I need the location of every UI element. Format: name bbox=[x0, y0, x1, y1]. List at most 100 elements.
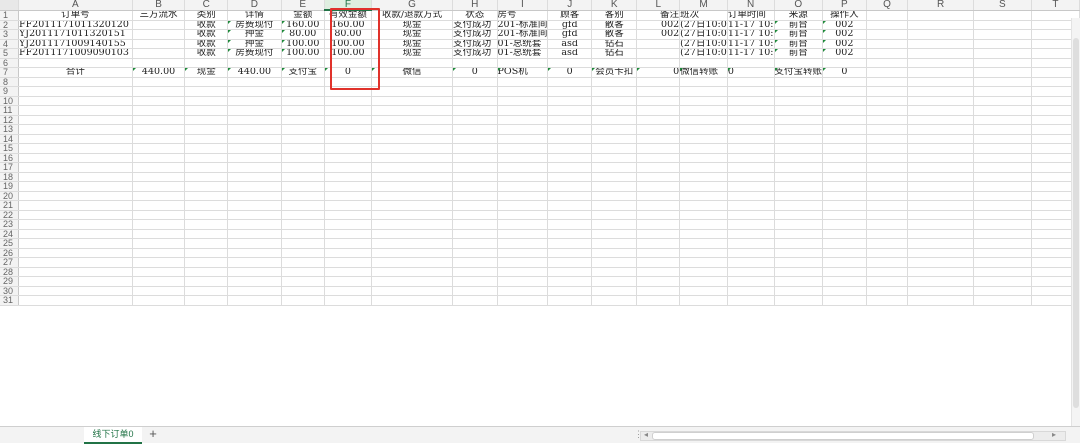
cell[interactable] bbox=[371, 210, 454, 220]
cell[interactable] bbox=[636, 172, 681, 182]
cell[interactable] bbox=[132, 276, 186, 287]
row-header[interactable]: 10 bbox=[0, 96, 19, 106]
cell[interactable] bbox=[497, 96, 549, 106]
cell[interactable]: gfd bbox=[547, 29, 593, 40]
cell[interactable] bbox=[227, 210, 282, 220]
column-header-t[interactable]: T bbox=[1031, 0, 1080, 11]
cell[interactable] bbox=[227, 153, 282, 163]
cell[interactable] bbox=[774, 153, 824, 163]
cell[interactable] bbox=[547, 96, 593, 106]
cell[interactable] bbox=[547, 229, 593, 239]
cell[interactable] bbox=[774, 238, 824, 249]
cell[interactable] bbox=[636, 143, 681, 154]
cell[interactable] bbox=[184, 58, 229, 68]
cell[interactable] bbox=[184, 200, 229, 211]
cell[interactable]: 收款 bbox=[184, 48, 229, 59]
cell[interactable] bbox=[822, 86, 867, 97]
cell[interactable] bbox=[371, 86, 454, 97]
cell[interactable] bbox=[907, 181, 974, 192]
cell[interactable] bbox=[132, 286, 186, 296]
cell[interactable] bbox=[727, 229, 775, 239]
cell[interactable] bbox=[822, 105, 867, 116]
cell[interactable]: FF2011171009090103 bbox=[18, 48, 133, 59]
cell[interactable] bbox=[973, 276, 1032, 287]
cell[interactable] bbox=[497, 77, 549, 87]
cell[interactable] bbox=[727, 267, 775, 277]
cell[interactable]: 三方流水 bbox=[132, 10, 186, 21]
row-header[interactable]: 25 bbox=[0, 238, 19, 249]
cell[interactable] bbox=[866, 48, 909, 59]
cell[interactable] bbox=[727, 105, 775, 116]
cell[interactable] bbox=[18, 115, 133, 125]
cell[interactable]: 收款 bbox=[184, 20, 229, 30]
cell[interactable] bbox=[184, 191, 229, 201]
cell[interactable] bbox=[636, 191, 681, 201]
cell[interactable]: 散客 bbox=[591, 20, 638, 30]
cell[interactable] bbox=[324, 257, 373, 268]
cell[interactable] bbox=[636, 48, 681, 59]
cell[interactable] bbox=[973, 20, 1032, 30]
cell[interactable] bbox=[679, 96, 728, 106]
cell[interactable] bbox=[591, 286, 638, 296]
cell[interactable]: 201-标准间 bbox=[497, 29, 549, 40]
cell[interactable] bbox=[907, 134, 974, 144]
cell[interactable] bbox=[774, 105, 824, 116]
cell[interactable] bbox=[452, 210, 498, 220]
cell[interactable] bbox=[324, 286, 373, 296]
cell[interactable]: (27日10:0 bbox=[679, 39, 728, 49]
cell[interactable]: 0 bbox=[324, 67, 373, 78]
cell[interactable]: 房费现付 bbox=[227, 48, 282, 59]
cell[interactable] bbox=[774, 219, 824, 230]
cell[interactable]: 散客 bbox=[591, 29, 638, 40]
cell[interactable] bbox=[371, 77, 454, 87]
cell[interactable] bbox=[866, 105, 909, 116]
cell[interactable] bbox=[973, 77, 1032, 87]
cell[interactable] bbox=[679, 115, 728, 125]
cell[interactable] bbox=[973, 124, 1032, 135]
row-header[interactable]: 22 bbox=[0, 210, 19, 220]
cell[interactable] bbox=[371, 172, 454, 182]
cell[interactable] bbox=[973, 105, 1032, 116]
row-header[interactable]: 15 bbox=[0, 143, 19, 154]
cell[interactable] bbox=[679, 134, 728, 144]
cell[interactable] bbox=[727, 286, 775, 296]
cell[interactable] bbox=[324, 86, 373, 97]
cell[interactable] bbox=[866, 86, 909, 97]
cell[interactable] bbox=[281, 96, 325, 106]
cell[interactable] bbox=[774, 276, 824, 287]
cell[interactable] bbox=[727, 181, 775, 192]
cell[interactable] bbox=[907, 153, 974, 163]
cell[interactable] bbox=[132, 105, 186, 116]
cell[interactable] bbox=[822, 77, 867, 87]
row-header[interactable]: 18 bbox=[0, 172, 19, 182]
add-sheet-icon[interactable]: + bbox=[147, 427, 159, 442]
cell[interactable] bbox=[727, 134, 775, 144]
cell[interactable] bbox=[324, 162, 373, 173]
cell[interactable] bbox=[907, 77, 974, 87]
cell[interactable] bbox=[281, 295, 325, 306]
cell[interactable] bbox=[547, 257, 593, 268]
column-header-n[interactable]: N bbox=[727, 0, 775, 11]
cell[interactable] bbox=[18, 191, 133, 201]
cell[interactable]: 0 bbox=[727, 67, 775, 78]
cell[interactable]: 现金 bbox=[371, 48, 454, 59]
cell[interactable] bbox=[184, 238, 229, 249]
cell[interactable]: asd bbox=[547, 39, 593, 49]
cell[interactable] bbox=[907, 210, 974, 220]
cell[interactable]: 房号 bbox=[497, 10, 549, 21]
cell[interactable] bbox=[227, 77, 282, 87]
cell[interactable] bbox=[679, 267, 728, 277]
cell[interactable] bbox=[591, 200, 638, 211]
cell[interactable]: 现金 bbox=[184, 67, 229, 78]
cell[interactable] bbox=[973, 219, 1032, 230]
cell[interactable] bbox=[184, 86, 229, 97]
cell[interactable] bbox=[324, 295, 373, 306]
cell[interactable] bbox=[281, 134, 325, 144]
cell[interactable] bbox=[497, 267, 549, 277]
cell[interactable] bbox=[371, 153, 454, 163]
cell[interactable] bbox=[636, 238, 681, 249]
cell[interactable]: YJ2011171009140155 bbox=[18, 39, 133, 49]
cell[interactable] bbox=[184, 219, 229, 230]
cell[interactable]: 11-17 10: bbox=[727, 39, 775, 49]
cell[interactable] bbox=[227, 162, 282, 173]
